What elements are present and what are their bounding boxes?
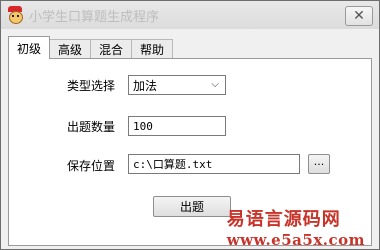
type-label: 类型选择	[67, 79, 116, 93]
save-path-input[interactable]: c:\口算题.txt	[128, 154, 300, 174]
tab-mixed[interactable]: 混合	[90, 39, 133, 59]
tab-basic[interactable]: 初级	[8, 36, 51, 59]
tab-strip: 初级 高级 混合 帮助	[8, 36, 174, 59]
count-input[interactable]: 100	[128, 116, 226, 136]
app-window: 小学生口算题生成程序 ✕ 初级 高级 混合 帮助 类型选择 加法 ⌵ 出题数量 …	[0, 0, 380, 250]
close-button[interactable]: ✕	[345, 6, 373, 26]
title-bar[interactable]: 小学生口算题生成程序 ✕	[1, 1, 379, 29]
chevron-down-icon: ⌵	[211, 79, 219, 90]
close-icon: ✕	[353, 8, 365, 24]
tab-help[interactable]: 帮助	[131, 39, 174, 59]
ellipsis-icon: ···	[313, 157, 325, 171]
browse-button[interactable]: ···	[308, 154, 330, 174]
app-student-icon	[6, 6, 24, 24]
type-select-value: 加法	[133, 78, 158, 93]
location-label: 保存位置	[67, 159, 116, 173]
site-watermark: 易语言源码网 www.e5a5x.com	[226, 209, 365, 249]
count-label: 出题数量	[67, 120, 116, 134]
type-select[interactable]: 加法 ⌵	[128, 75, 226, 95]
window-title: 小学生口算题生成程序	[29, 9, 160, 25]
tab-advanced[interactable]: 高级	[49, 39, 92, 59]
generate-button[interactable]: 出题	[153, 196, 231, 217]
